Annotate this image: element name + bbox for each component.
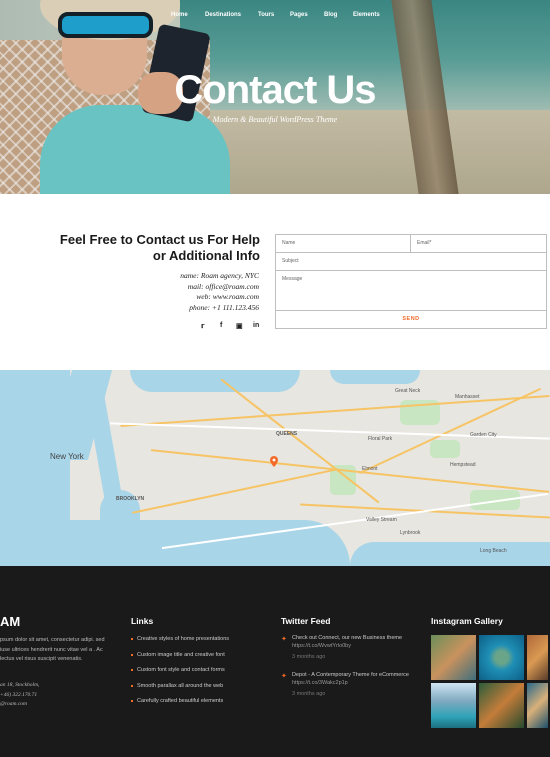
instagram-photo[interactable] [527,635,548,680]
instagram-gallery [431,635,548,729]
map-label-elmont: Elmont [362,466,378,472]
nav-item-tours[interactable]: Tours [258,12,274,18]
map-label-lynbrook: Lynbrook [400,530,421,536]
map-label-long-beach: Long Beach [480,548,507,554]
footer-link[interactable]: Creative styles of home presentations [131,636,271,652]
send-button[interactable]: SEND [275,310,547,329]
twitter-icon[interactable]: 𝕣 [201,322,204,330]
twitter-feed-title: Twitter Feed [281,616,331,626]
social-links: 𝕣 f ▣ in [196,322,266,332]
contact-web[interactable]: web: www.roam.com [60,292,259,303]
map-label-hempstead: Hempstead [450,462,476,468]
map-label-new-york: New York [50,452,84,461]
instagram-title: Instagram Gallery [431,616,503,626]
footer-link[interactable]: Smooth parallax all around the web [131,683,271,699]
map-label-floral-park: Floral Park [368,436,393,442]
map-label-great-neck: Great Neck [395,388,421,394]
nav-item-blog[interactable]: Blog [324,12,337,18]
contact-form: Name Email* Subject Message SEND [275,234,547,329]
contact-name: name: Roam agency, NYC [180,271,259,280]
footer-about: psum dolor sit amet, consectetur adipi. … [0,637,105,662]
contact-heading-line1: Feel Free to Contact us For Help [59,232,260,247]
message-field[interactable]: Message [275,270,547,311]
linkedin-icon[interactable]: in [253,322,259,329]
instagram-photo[interactable] [479,683,524,728]
facebook-icon[interactable]: f [220,322,222,329]
nav-item-elements[interactable]: Elements [353,12,380,18]
instagram-photo[interactable] [527,683,548,728]
tweet-text: Depot - A Contemporary Theme for eCommer… [292,672,409,678]
main-nav: Home Destinations Tours Pages Blog Eleme… [0,12,550,22]
contact-mail[interactable]: mail: office@roam.com [60,282,259,293]
footer-logo[interactable]: AM [0,614,20,629]
map-label-valley-stream: Valley Stream [366,517,397,523]
tweet-text: Check out Connect, our new Business them… [292,635,403,641]
footer-address: an 18, Stockholm, [0,682,40,688]
footer-contact: an 18, Stockholm, +46) 322.170.71 @roam.… [0,681,110,710]
contact-details: name: Roam agency, NYC mail: office@roam… [60,271,259,313]
subject-field[interactable]: Subject [275,252,547,271]
map-label-queens: QUEENS [276,431,298,437]
footer-phone: +46) 322.170.71 [0,691,38,698]
contact-phone: phone: +1 111.123.456 [189,302,259,312]
location-map[interactable]: New York QUEENS BROOKLYN Elmont Valley S… [0,370,550,566]
map-label-garden-city: Garden City [470,432,497,438]
links-title: Links [131,616,154,626]
map-label-brooklyn: BROOKLYN [116,496,145,502]
instagram-icon[interactable]: ▣ [236,322,243,330]
page-subtitle: Modern & Beautiful WordPress Theme [212,115,338,124]
footer-email[interactable]: @roam.com [0,700,110,710]
instagram-photo[interactable] [431,635,476,680]
tweet-link[interactable]: https://t.co/WvwtYrlo0by [292,643,351,649]
name-field[interactable]: Name [275,234,411,253]
tweet-date: 3 months ago [292,654,326,660]
instagram-photo[interactable] [479,635,524,680]
nav-item-destinations[interactable]: Destinations [205,12,241,18]
twitter-icon: ✦ [281,673,287,680]
nav-item-home[interactable]: Home [171,12,188,18]
twitter-icon: ✦ [281,636,287,643]
footer-link[interactable]: Carefully crafted beautiful elements [131,698,271,714]
tweet-date: 3 months ago [292,691,326,697]
instagram-photo[interactable] [431,683,476,728]
map-label-manhasset: Manhasset [455,394,480,400]
email-field[interactable]: Email* [410,234,547,253]
footer-link[interactable]: Custom font style and contact forms [131,667,271,683]
footer-links: Creative styles of home presentations Cu… [131,636,271,714]
tweet-link[interactable]: https://t.co/3Wakc2p1p [292,680,348,686]
contact-heading-line2: or Additional Info [152,248,260,263]
map-pin-icon[interactable] [270,456,278,467]
nav-item-pages[interactable]: Pages [290,12,308,18]
footer-link[interactable]: Custom image title and creative font [131,652,271,668]
contact-heading: Feel Free to Contact us For Help or Addi… [40,232,260,264]
page-title: Contact Us [174,68,376,112]
